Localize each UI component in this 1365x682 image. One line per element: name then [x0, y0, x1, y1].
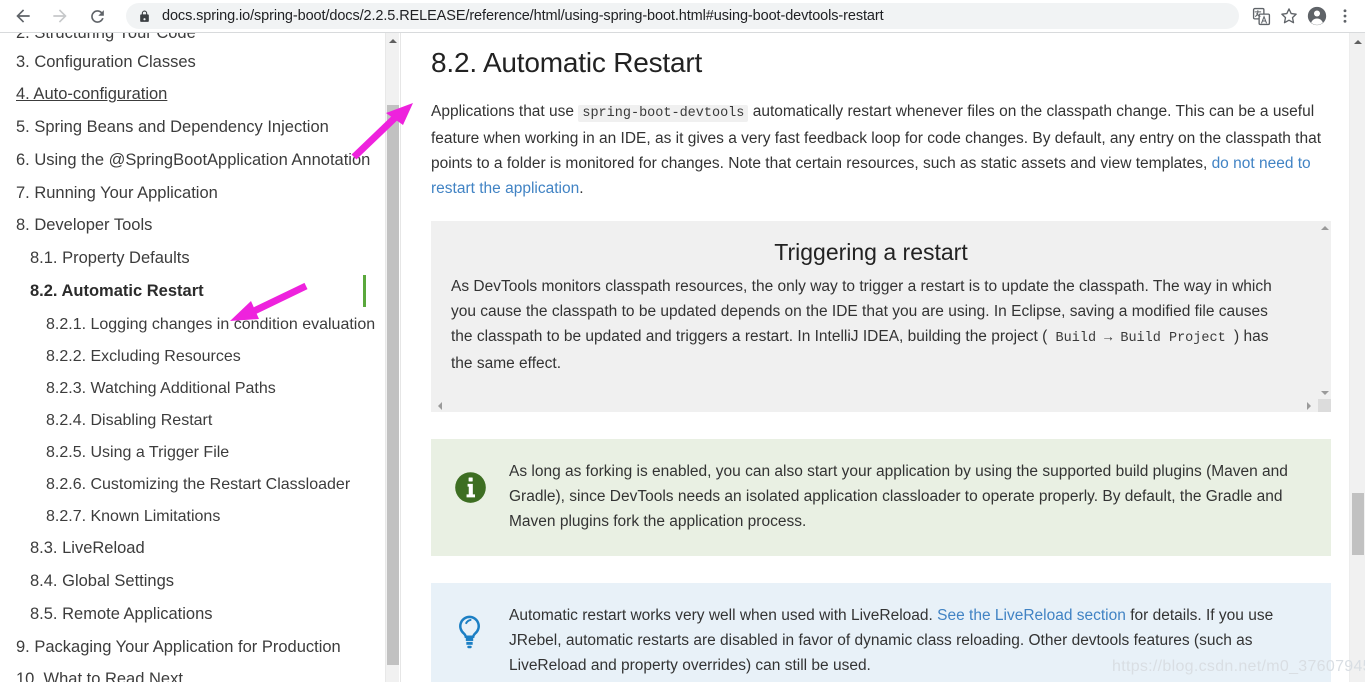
sidebar-item-excluding-resources[interactable]: 8.2.2. Excluding Resources [16, 340, 385, 372]
triangle-up-icon [1320, 225, 1329, 230]
toc-clipped-top-row: 2. Structuring Your Code [16, 33, 385, 46]
sidebar-item-configuration-classes[interactable]: 3. Configuration Classes [16, 46, 385, 79]
forward-button[interactable] [45, 1, 75, 31]
panel-scroll-left-arrow[interactable] [433, 399, 446, 412]
lightbulb-icon [453, 603, 509, 678]
triggering-a-restart-panel: Triggering a restart As DevTools monitor… [431, 221, 1331, 412]
intro-text-part-1: Applications that use [431, 103, 575, 120]
address-bar-url: docs.spring.io/spring-boot/docs/2.2.5.RE… [162, 8, 884, 24]
triangle-down-icon [1320, 390, 1329, 395]
sidebar-scroll-up-arrow[interactable] [386, 34, 400, 48]
sidebar-item-property-defaults[interactable]: 8.1. Property Defaults [16, 243, 385, 276]
info-circle-icon [453, 459, 509, 534]
tip-admonition-text: Automatic restart works very well when u… [509, 603, 1309, 678]
address-bar[interactable]: docs.spring.io/spring-boot/docs/2.2.5.RE… [126, 3, 1239, 29]
sidebar-item-automatic-restart[interactable]: 8.2. Automatic Restart [16, 275, 385, 308]
page-scroll-up-arrow[interactable] [1350, 34, 1365, 50]
tip-admonition-box: Automatic restart works very well when u… [431, 583, 1331, 682]
back-button[interactable] [8, 1, 38, 31]
sidebar-item-springbootapplication-annotation[interactable]: 6. Using the @SpringBootApplication Anno… [16, 144, 385, 177]
see-the-livereload-section-link[interactable]: See the LiveReload section [937, 607, 1126, 624]
panel-scroll-right-arrow[interactable] [1302, 399, 1315, 412]
tip-text-part-1: Automatic restart works very well when u… [509, 607, 933, 624]
panel-vertical-scrollbar[interactable] [1318, 221, 1331, 399]
translate-icon[interactable] [1247, 2, 1275, 30]
table-of-contents-sidebar: 2. Structuring Your Code 3. Configuratio… [0, 33, 385, 682]
panel-horizontal-scrollbar[interactable] [431, 399, 1331, 412]
panel-scroll-corner [1318, 399, 1331, 412]
lock-icon [138, 9, 151, 24]
page-viewport: 2. Structuring Your Code 3. Configuratio… [0, 33, 1365, 682]
sidebar-scrollbar[interactable] [385, 33, 399, 682]
main-content: 8.2. Automatic Restart Applications that… [401, 33, 1349, 682]
sidebar-item-logging-changes-in-condition-evaluation[interactable]: 8.2.1. Logging changes in condition eval… [16, 308, 385, 340]
page-title: 8.2. Automatic Restart [431, 47, 703, 78]
intro-text-part-3: . [579, 180, 584, 197]
triggering-a-restart-panel-inner: Triggering a restart As DevTools monitor… [431, 221, 1331, 376]
triggering-a-restart-body: As DevTools monitors classpath resources… [451, 274, 1291, 376]
reload-icon [90, 9, 104, 23]
chrome-menu-button[interactable] [1331, 2, 1359, 30]
sidebar-item-running-your-application[interactable]: 7. Running Your Application [16, 177, 385, 210]
reload-button[interactable] [82, 1, 112, 31]
sidebar-item-remote-applications[interactable]: 8.5. Remote Applications [16, 598, 385, 631]
note-admonition-text: As long as forking is enabled, you can a… [509, 463, 1288, 530]
toc-list: 3. Configuration Classes 4. Auto-configu… [16, 46, 385, 682]
sidebar-scroll-thumb[interactable] [387, 105, 399, 665]
page-scroll-thumb[interactable] [1352, 493, 1364, 555]
panel-scroll-up-arrow[interactable] [1318, 221, 1331, 234]
triangle-right-icon [1306, 401, 1311, 410]
sidebar-item-watching-additional-paths[interactable]: 8.2.3. Watching Additional Paths [16, 372, 385, 404]
forward-arrow-icon [53, 9, 67, 23]
page-scrollbar[interactable] [1349, 33, 1365, 682]
sidebar-item-developer-tools[interactable]: 8. Developer Tools [16, 210, 385, 243]
browser-toolbar: docs.spring.io/spring-boot/docs/2.2.5.RE… [0, 0, 1365, 33]
note-admonition-box: As long as forking is enabled, you can a… [431, 439, 1331, 556]
sidebar-item-global-settings[interactable]: 8.4. Global Settings [16, 566, 385, 599]
sidebar-item-structuring-your-code[interactable]: 2. Structuring Your Code [16, 33, 196, 45]
panel-scroll-down-arrow[interactable] [1318, 386, 1331, 399]
toc-active-section-marker [363, 275, 366, 307]
sidebar-item-spring-beans-and-dependency-injection[interactable]: 5. Spring Beans and Dependency Injection [16, 112, 385, 145]
triangle-left-icon [437, 401, 442, 410]
build-build-project-code: Build → Build Project [1051, 330, 1230, 347]
profile-avatar-icon[interactable] [1303, 2, 1331, 30]
sidebar-item-auto-configuration[interactable]: 4. Auto-configuration [16, 79, 385, 112]
three-dot-menu-icon [1343, 9, 1347, 23]
back-arrow-icon [16, 9, 30, 23]
intro-paragraph: Applications that use spring-boot-devtoo… [431, 99, 1331, 201]
sidebar-item-disabling-restart[interactable]: 8.2.4. Disabling Restart [16, 404, 385, 436]
triangle-up-icon [1354, 40, 1362, 44]
sidebar-item-packaging-your-application-for-production[interactable]: 9. Packaging Your Application for Produc… [16, 631, 385, 664]
triggering-a-restart-title: Triggering a restart [774, 239, 968, 265]
sidebar-item-using-a-trigger-file[interactable]: 8.2.5. Using a Trigger File [16, 437, 385, 469]
sidebar-item-customizing-the-restart-classloader[interactable]: 8.2.6. Customizing the Restart Classload… [16, 469, 385, 501]
devtools-artifact-code: spring-boot-devtools [578, 105, 749, 122]
sidebar-item-what-to-read-next[interactable]: 10. What to Read Next [16, 664, 385, 682]
sidebar-item-livereload[interactable]: 8.3. LiveReload [16, 533, 385, 566]
sidebar-item-known-limitations[interactable]: 8.2.7. Known Limitations [16, 501, 385, 533]
bookmark-star-icon[interactable] [1275, 2, 1303, 30]
triangle-up-icon [389, 39, 397, 43]
